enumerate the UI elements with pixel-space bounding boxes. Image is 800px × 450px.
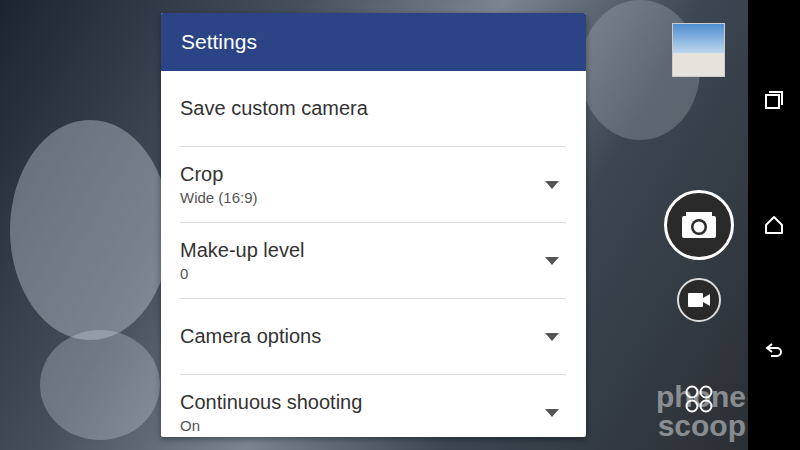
navigation-bar [748,0,800,450]
home-icon[interactable] [764,215,784,235]
settings-list: Save custom camera Crop Wide (16:9) Make-up… [180,71,566,437]
settings-item-value: On [180,417,535,434]
settings-item-label: Save custom camera [180,97,566,120]
settings-item[interactable]: Camera options [180,299,566,375]
modes-grid-icon[interactable] [685,385,713,413]
viewfinder: Settings Save custom camera Crop Wide (16:9… [0,0,748,450]
settings-item-label: Continuous shooting [180,391,535,414]
video-button[interactable] [677,278,721,322]
settings-item[interactable]: Save custom camera [180,71,566,147]
dropdown-arrow-icon [545,409,559,417]
settings-item-label: Camera options [180,325,535,348]
settings-header: Settings [161,13,586,71]
settings-item-value: Wide (16:9) [180,189,535,206]
recent-apps-icon[interactable] [764,90,784,110]
watermark: phonescoop [656,383,746,440]
settings-item-label: Crop [180,163,535,186]
settings-item[interactable]: Crop Wide (16:9) [180,147,566,223]
settings-item[interactable]: Continuous shooting On [180,375,566,437]
dropdown-arrow-icon [545,333,559,341]
settings-panel: Settings Save custom camera Crop Wide (16:9… [161,13,586,437]
shutter-button[interactable] [664,190,734,260]
settings-item-label: Make-up level [180,239,535,262]
dropdown-arrow-icon [545,181,559,189]
dropdown-arrow-icon [545,257,559,265]
gallery-thumbnail[interactable] [672,23,725,77]
settings-item[interactable]: Make-up level 0 [180,223,566,299]
camera-icon [682,212,716,238]
video-camera-icon [688,293,710,307]
settings-title: Settings [181,30,257,54]
back-icon[interactable] [764,340,784,360]
camera-screen: Settings Save custom camera Crop Wide (16:9… [0,0,800,450]
camera-controls [672,23,725,413]
settings-item-value: 0 [180,265,535,282]
